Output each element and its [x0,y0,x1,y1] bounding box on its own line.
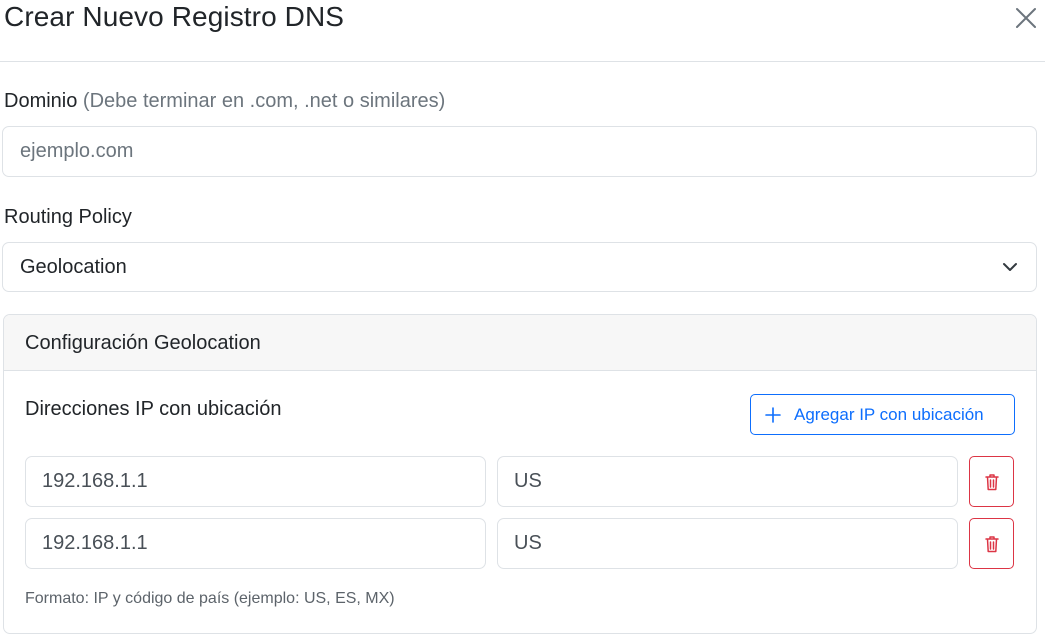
routing-policy-select[interactable]: Geolocation [2,242,1037,292]
format-help-text: Formato: IP y código de país (ejemplo: U… [25,590,395,607]
modal-title: Crear Nuevo Registro DNS [4,1,345,32]
trash-icon [984,473,999,490]
routing-policy-selected: Geolocation [20,255,127,278]
modal-header: Crear Nuevo Registro DNS [0,0,1045,62]
delete-entry-button[interactable] [969,518,1014,569]
ip-input[interactable] [25,518,486,569]
ip-location-subtitle: Direcciones IP con ubicación [25,398,282,420]
domain-label: Dominio (Debe terminar en .com, .net o s… [4,89,445,113]
chevron-down-icon [1003,263,1017,271]
trash-icon [984,535,999,552]
close-icon [1016,8,1036,28]
domain-label-text: Dominio [4,90,78,112]
country-code-input[interactable] [497,456,958,507]
geolocation-config-card: Configuración Geolocation Direcciones IP… [3,314,1037,634]
card-header: Configuración Geolocation [4,315,1036,371]
add-ip-location-label: Agregar IP con ubicación [794,404,984,424]
country-code-input[interactable] [497,518,958,569]
close-button[interactable] [1012,4,1040,32]
domain-hint: (Debe terminar en .com, .net o similares… [82,90,446,112]
card-header-title: Configuración Geolocation [25,332,261,354]
delete-entry-button[interactable] [969,456,1014,507]
routing-policy-label: Routing Policy [4,206,132,228]
domain-input[interactable] [2,126,1037,177]
add-ip-location-button[interactable]: Agregar IP con ubicación [750,394,1015,435]
ip-input[interactable] [25,456,486,507]
plus-icon [765,406,781,423]
